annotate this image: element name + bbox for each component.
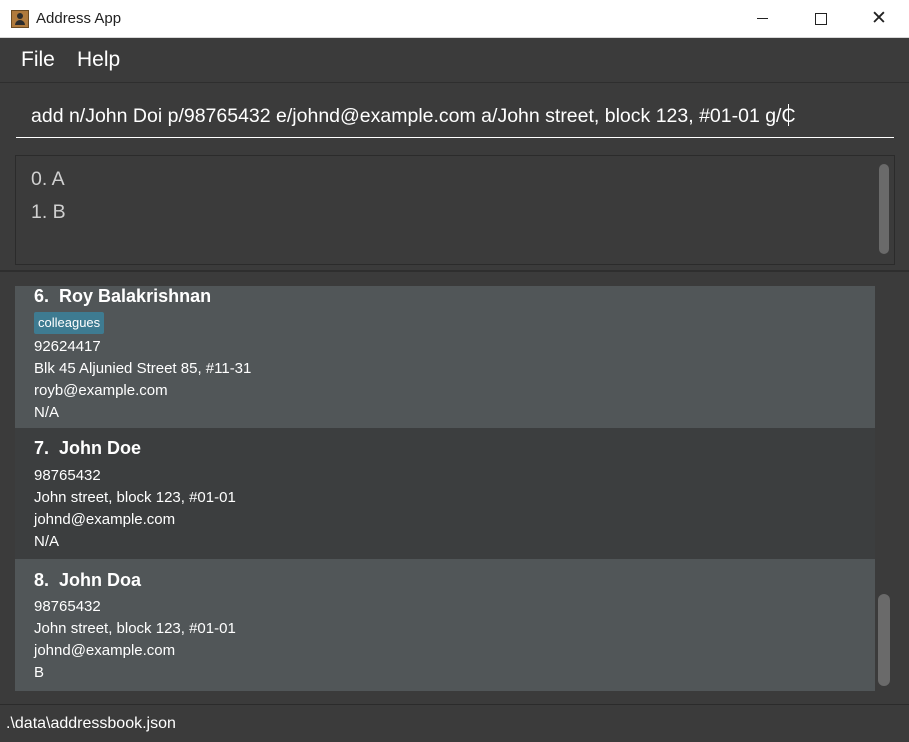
window-title: Address App (36, 10, 122, 27)
text-caret (787, 104, 789, 126)
title-bar: Address App ✕ (0, 0, 909, 38)
person-list-panel: 6. Roy Balakrishnan colleagues 92624417 … (0, 272, 909, 704)
person-phone: 92624417 (34, 338, 101, 355)
maximize-icon (815, 13, 827, 25)
tag-badge: colleagues (34, 312, 105, 334)
save-location: .\data\addressbook.json (6, 715, 176, 732)
result-line: 1. B (31, 201, 66, 223)
person-email: royb@example.com (34, 382, 168, 399)
command-text: add n/John Doi p/98765432 e/johnd@exampl… (31, 104, 796, 127)
command-box: add n/John Doi p/98765432 e/johnd@exampl… (0, 84, 909, 150)
person-name: 8. John Doa (34, 570, 142, 590)
menu-bar: File Help (0, 38, 909, 83)
person-address: Blk 45 Aljunied Street 85, #11-31 (34, 360, 252, 377)
address-book-icon (11, 10, 29, 28)
close-button[interactable]: ✕ (850, 0, 908, 37)
person-extra: N/A (34, 404, 60, 421)
person-name: 6. Roy Balakrishnan (34, 286, 212, 306)
maximize-button[interactable] (792, 0, 850, 37)
person-card[interactable]: 6. Roy Balakrishnan colleagues 92624417 … (15, 286, 875, 428)
command-input[interactable]: add n/John Doi p/98765432 e/johnd@exampl… (16, 98, 894, 138)
minimize-button[interactable] (734, 0, 792, 37)
person-extra: N/A (34, 533, 60, 550)
person-list-scrollbar[interactable] (878, 594, 890, 686)
minimize-icon (757, 18, 768, 19)
close-icon: ✕ (871, 7, 887, 29)
menu-file[interactable]: File (21, 48, 55, 72)
person-list: 6. Roy Balakrishnan colleagues 92624417 … (15, 286, 875, 691)
result-scrollbar[interactable] (879, 164, 889, 254)
person-address: John street, block 123, #01-01 (34, 620, 236, 637)
person-extra: B (34, 664, 45, 681)
person-email: johnd@example.com (34, 642, 176, 659)
result-display: 0. A 1. B (15, 155, 895, 265)
person-card[interactable]: 8. John Doa 98765432 John street, block … (15, 559, 875, 691)
result-line: 0. A (31, 168, 65, 190)
menu-help[interactable]: Help (77, 48, 120, 72)
person-phone: 98765432 (34, 598, 101, 615)
status-bar: .\data\addressbook.json (0, 704, 909, 742)
person-phone: 98765432 (34, 467, 101, 484)
person-email: johnd@example.com (34, 511, 176, 528)
person-name: 7. John Doe (34, 438, 142, 458)
person-address: John street, block 123, #01-01 (34, 489, 236, 506)
person-card[interactable]: 7. John Doe 98765432 John street, block … (15, 428, 875, 559)
